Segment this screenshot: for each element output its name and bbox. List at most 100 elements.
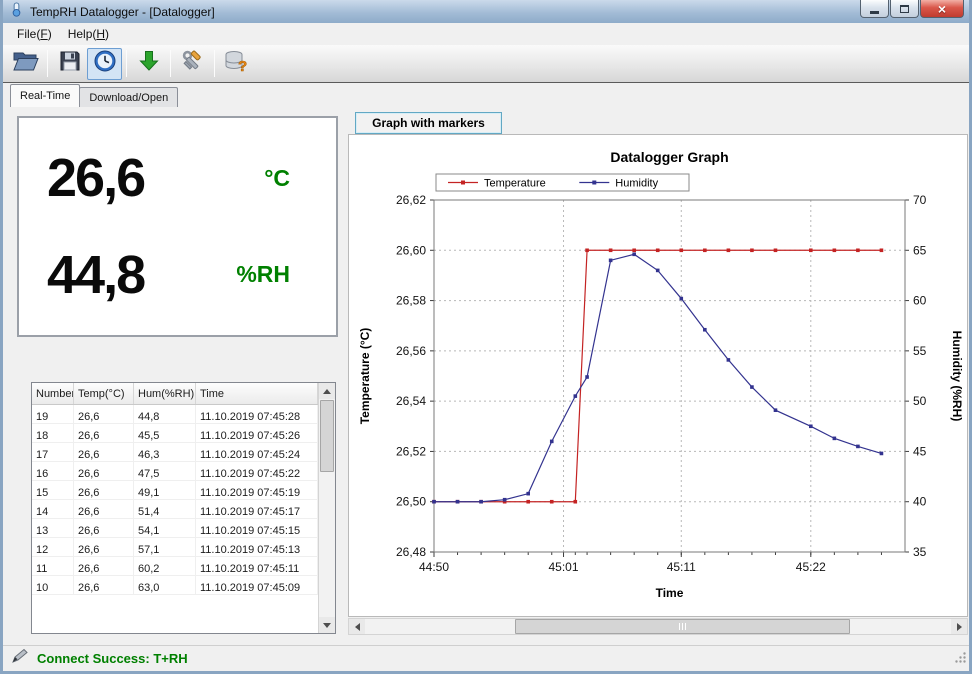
table-cell: 11.10.2019 07:45:19 bbox=[196, 481, 318, 499]
table-vertical-scrollbar[interactable] bbox=[318, 383, 335, 633]
column-header-hum[interactable]: Hum(%RH) bbox=[134, 383, 196, 404]
table-cell: 10 bbox=[32, 576, 74, 594]
save-button[interactable] bbox=[52, 48, 87, 80]
arrow-down-icon bbox=[323, 623, 331, 628]
svg-text:45:11: 45:11 bbox=[667, 560, 696, 574]
table-row[interactable]: 1426,651,411.10.2019 07:45:17 bbox=[32, 500, 318, 519]
svg-text:70: 70 bbox=[913, 193, 927, 207]
scrollbar-track[interactable] bbox=[319, 399, 335, 617]
menu-help[interactable]: Help(H) bbox=[60, 24, 117, 44]
svg-text:55: 55 bbox=[913, 344, 927, 358]
table-cell: 26,6 bbox=[74, 538, 134, 556]
graph-with-markers-button[interactable]: Graph with markers bbox=[355, 112, 502, 134]
table-cell: 45,5 bbox=[134, 424, 196, 442]
table-cell: 11.10.2019 07:45:28 bbox=[196, 405, 318, 423]
svg-text:26,48: 26,48 bbox=[396, 545, 426, 559]
open-file-button[interactable] bbox=[8, 48, 43, 80]
humidity-readout: 44,8 %RH bbox=[47, 244, 290, 306]
arrow-left-icon bbox=[355, 623, 360, 631]
main-content: 26,6 °C 44,8 %RH Number Temp(°C) Hum(%RH… bbox=[3, 107, 969, 645]
table-cell: 51,4 bbox=[134, 500, 196, 518]
chart-horizontal-scrollbar[interactable] bbox=[348, 618, 968, 635]
table-header: Number Temp(°C) Hum(%RH) Time bbox=[32, 383, 318, 405]
maximize-button[interactable] bbox=[890, 0, 919, 18]
minimize-icon bbox=[870, 11, 879, 14]
svg-text:26,62: 26,62 bbox=[396, 193, 426, 207]
tab-real-time[interactable]: Real-Time bbox=[10, 84, 80, 107]
scrollbar-thumb[interactable] bbox=[320, 400, 334, 472]
table-body: 1926,644,811.10.2019 07:45:281826,645,51… bbox=[32, 405, 318, 595]
table-cell: 11.10.2019 07:45:22 bbox=[196, 462, 318, 480]
column-header-temp[interactable]: Temp(°C) bbox=[74, 383, 134, 404]
svg-text:26,60: 26,60 bbox=[396, 243, 426, 257]
scroll-up-button[interactable] bbox=[319, 383, 335, 399]
temperature-value: 26,6 bbox=[47, 147, 144, 209]
database-question-icon: ? bbox=[224, 49, 249, 78]
table-cell: 11 bbox=[32, 557, 74, 575]
resize-grip[interactable] bbox=[954, 651, 967, 669]
column-header-time[interactable]: Time bbox=[196, 383, 318, 404]
minimize-button[interactable] bbox=[860, 0, 889, 18]
table-row[interactable]: 1726,646,311.10.2019 07:45:24 bbox=[32, 443, 318, 462]
table-row[interactable]: 1326,654,111.10.2019 07:45:15 bbox=[32, 519, 318, 538]
download-button[interactable] bbox=[131, 48, 166, 80]
scroll-down-button[interactable] bbox=[319, 617, 335, 633]
realtime-button[interactable] bbox=[87, 48, 122, 80]
arrow-up-icon bbox=[323, 389, 331, 394]
table-cell: 26,6 bbox=[74, 405, 134, 423]
table-cell: 57,1 bbox=[134, 538, 196, 556]
toolbar-separator bbox=[214, 50, 215, 77]
window-title: TempRH Datalogger - [Datalogger] bbox=[30, 5, 215, 19]
tab-download-open[interactable]: Download/Open bbox=[79, 87, 178, 107]
scrollbar-thumb[interactable] bbox=[515, 619, 850, 634]
scrollbar-track[interactable] bbox=[365, 619, 951, 634]
table-row[interactable]: 1526,649,111.10.2019 07:45:19 bbox=[32, 481, 318, 500]
download-arrow-icon bbox=[137, 49, 161, 78]
table-cell: 46,3 bbox=[134, 443, 196, 461]
table-row[interactable]: 1826,645,511.10.2019 07:45:26 bbox=[32, 424, 318, 443]
folder-open-icon bbox=[12, 49, 39, 78]
scroll-left-button[interactable] bbox=[349, 619, 365, 634]
table-row[interactable]: 1926,644,811.10.2019 07:45:28 bbox=[32, 405, 318, 424]
status-message: Connect Success: T+RH bbox=[37, 651, 188, 666]
menu-file[interactable]: File(F) bbox=[9, 24, 60, 44]
close-button[interactable]: × bbox=[920, 0, 964, 18]
svg-text:26,58: 26,58 bbox=[396, 294, 426, 308]
table-cell: 26,6 bbox=[74, 462, 134, 480]
table-cell: 12 bbox=[32, 538, 74, 556]
settings-button[interactable] bbox=[175, 48, 210, 80]
maximize-icon bbox=[900, 5, 909, 13]
table-cell: 26,6 bbox=[74, 500, 134, 518]
table-cell: 26,6 bbox=[74, 519, 134, 537]
clock-icon bbox=[93, 49, 117, 78]
table-cell: 16 bbox=[32, 462, 74, 480]
table-row[interactable]: 1226,657,111.10.2019 07:45:13 bbox=[32, 538, 318, 557]
tools-icon bbox=[181, 49, 205, 78]
logger-info-button[interactable]: ? bbox=[219, 48, 254, 80]
table-cell: 18 bbox=[32, 424, 74, 442]
svg-text:40: 40 bbox=[913, 495, 927, 509]
toolbar-separator bbox=[126, 50, 127, 77]
svg-text:?: ? bbox=[238, 58, 247, 73]
svg-text:Temperature: Temperature bbox=[484, 178, 546, 190]
svg-text:50: 50 bbox=[913, 394, 927, 408]
table-cell: 13 bbox=[32, 519, 74, 537]
table-row[interactable]: 1126,660,211.10.2019 07:45:11 bbox=[32, 557, 318, 576]
menu-bar: File(F) Help(H) bbox=[3, 23, 969, 45]
table-cell: 47,5 bbox=[134, 462, 196, 480]
status-bar: Connect Success: T+RH bbox=[3, 645, 969, 671]
toolbar: ? bbox=[3, 45, 969, 83]
floppy-disk-icon bbox=[58, 49, 82, 78]
scroll-right-button[interactable] bbox=[951, 619, 967, 634]
app-icon bbox=[9, 2, 24, 22]
svg-text:44:50: 44:50 bbox=[419, 560, 449, 574]
table-row[interactable]: 1626,647,511.10.2019 07:45:22 bbox=[32, 462, 318, 481]
column-header-number[interactable]: Number bbox=[32, 383, 74, 404]
table-row[interactable]: 1026,663,011.10.2019 07:45:09 bbox=[32, 576, 318, 595]
close-icon: × bbox=[938, 2, 946, 16]
table-cell: 26,6 bbox=[74, 576, 134, 594]
humidity-unit: %RH bbox=[236, 261, 290, 288]
live-readout-panel: 26,6 °C 44,8 %RH bbox=[17, 116, 338, 337]
title-bar[interactable]: TempRH Datalogger - [Datalogger] × bbox=[3, 0, 969, 23]
datalogger-chart: 26,4826,5026,5226,5426,5626,5826,6026,62… bbox=[349, 135, 967, 616]
